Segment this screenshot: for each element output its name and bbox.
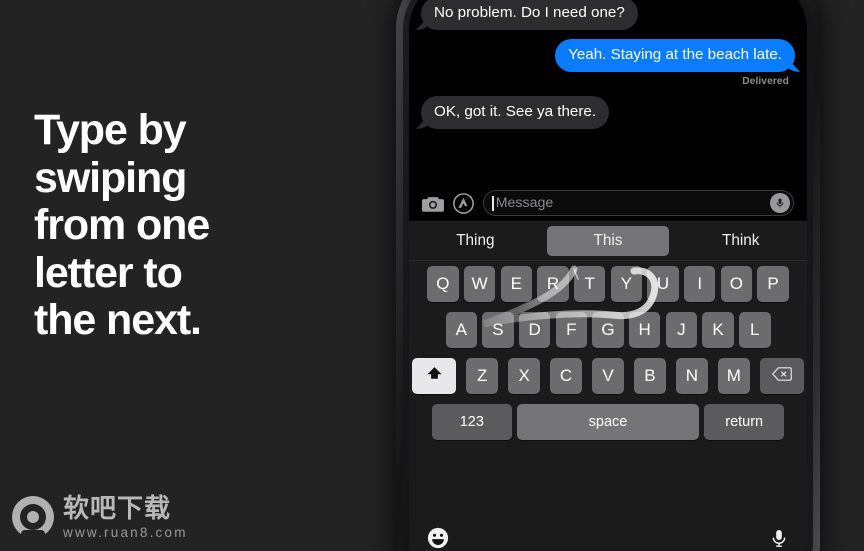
watermark: 软吧下载 www.ruan8.com: [12, 493, 188, 541]
page-headline: Type by swiping from one letter to the n…: [34, 106, 210, 344]
keyboard-footer: [409, 523, 807, 551]
key-b[interactable]: B: [634, 358, 666, 394]
keyboard-row-4: 123 space return: [412, 404, 804, 440]
dictation-microphone-icon[interactable]: [769, 528, 789, 551]
key-z[interactable]: Z: [466, 358, 498, 394]
key-c[interactable]: C: [550, 358, 582, 394]
camera-icon[interactable]: [422, 195, 444, 212]
message-row: No problem. Do I need one?: [421, 0, 795, 30]
watermark-site-name: 软吧下载: [63, 493, 172, 523]
message-bubble-sent[interactable]: Yeah. Staying at the beach late.: [555, 38, 795, 72]
microphone-icon[interactable]: [770, 193, 790, 213]
shift-key[interactable]: [412, 358, 456, 394]
message-bubble-received[interactable]: No problem. Do I need one?: [421, 0, 638, 30]
key-u[interactable]: U: [647, 266, 679, 302]
key-o[interactable]: O: [720, 266, 753, 302]
promo-panel: Type by swiping from one letter to the n…: [0, 0, 420, 551]
key-f[interactable]: F: [555, 312, 588, 348]
prediction-bar: Thing This Think: [409, 221, 807, 261]
key-s[interactable]: S: [482, 312, 514, 348]
key-t[interactable]: T: [573, 266, 606, 302]
shift-arrow-icon: [426, 365, 443, 387]
key-w[interactable]: W: [463, 266, 496, 302]
key-p[interactable]: P: [757, 266, 789, 302]
key-r[interactable]: R: [537, 266, 569, 302]
key-h[interactable]: H: [628, 312, 661, 348]
phone-screen: Can you grab my blue sweatshirt? No prob…: [409, 0, 807, 551]
watermark-logo-icon: [12, 496, 54, 541]
message-input-bar: Message: [409, 185, 807, 221]
message-row: OK, got it. See ya there.: [421, 95, 795, 129]
keyboard-keys: Q W E R T Y U I O P A S D F G H J K L Z …: [409, 261, 807, 440]
key-m[interactable]: M: [718, 358, 750, 394]
message-input-field[interactable]: Message: [483, 190, 794, 216]
message-thread: Can you grab my blue sweatshirt? No prob…: [409, 0, 807, 207]
delivery-status-label: Delivered: [742, 75, 789, 87]
app-store-icon[interactable]: [453, 192, 474, 214]
watermark-site-url: www.ruan8.com: [63, 525, 188, 540]
return-key[interactable]: return: [704, 404, 785, 440]
key-e[interactable]: E: [500, 266, 533, 302]
key-y[interactable]: Y: [610, 266, 643, 302]
key-j[interactable]: J: [665, 312, 698, 348]
numeric-key[interactable]: 123: [431, 404, 512, 440]
message-bubble-received[interactable]: OK, got it. See ya there.: [421, 95, 610, 129]
space-key[interactable]: space: [517, 404, 699, 440]
key-n[interactable]: N: [676, 358, 708, 394]
key-a[interactable]: A: [445, 312, 477, 348]
keyboard-row-3: Z X C V B N M: [412, 358, 804, 394]
text-cursor: [492, 195, 494, 211]
key-q[interactable]: Q: [427, 266, 459, 302]
emoji-smiley-icon[interactable]: [427, 527, 449, 551]
phone-device: Can you grab my blue sweatshirt? No prob…: [396, 0, 820, 551]
prediction-this[interactable]: This: [546, 225, 670, 256]
prediction-thing[interactable]: Thing: [414, 226, 537, 256]
key-g[interactable]: G: [592, 312, 624, 348]
backspace-key[interactable]: [760, 358, 804, 394]
key-i[interactable]: I: [683, 266, 716, 302]
key-v[interactable]: V: [592, 358, 624, 394]
key-x[interactable]: X: [508, 358, 540, 394]
keyboard-row-2: A S D F G H J K L: [412, 312, 804, 348]
key-l[interactable]: L: [739, 312, 771, 348]
message-row: Yeah. Staying at the beach late.: [421, 38, 795, 72]
backspace-icon: [771, 366, 792, 386]
on-screen-keyboard: Thing This Think Q W E R T Y U I O P A S…: [409, 221, 807, 551]
prediction-think[interactable]: Think: [679, 226, 802, 256]
message-input-placeholder: Message: [495, 195, 554, 211]
key-k[interactable]: K: [702, 312, 734, 348]
keyboard-row-1: Q W E R T Y U I O P: [412, 266, 804, 302]
key-d[interactable]: D: [518, 312, 551, 348]
